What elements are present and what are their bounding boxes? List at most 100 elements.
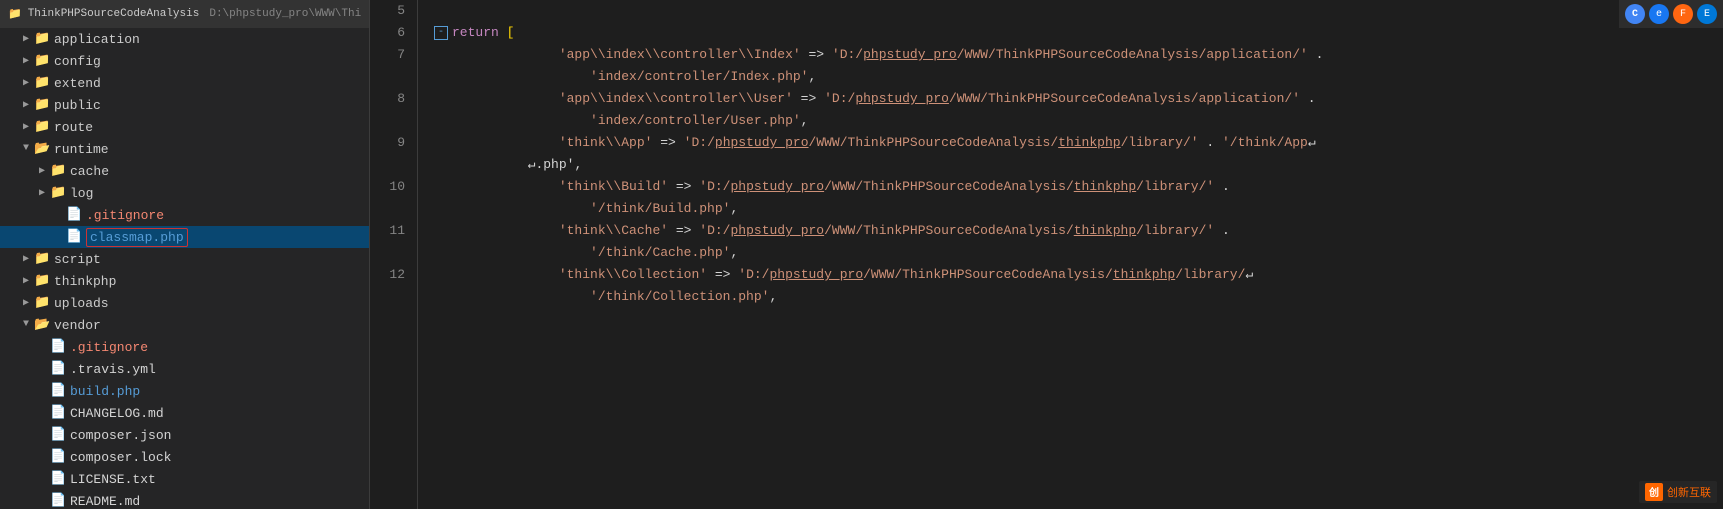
sidebar-item-route[interactable]: 📁 route [0, 116, 369, 138]
sidebar-item-gitignore-runtime[interactable]: 📄 .gitignore [0, 204, 369, 226]
code-op-8: => [793, 88, 824, 110]
arrow-icon [52, 231, 64, 243]
sidebar-item-application[interactable]: 📁 application [0, 28, 369, 50]
project-name: ThinkPHPSourceCodeAnalysis [28, 8, 200, 20]
arrow-icon [36, 429, 48, 441]
arrow-icon [20, 55, 32, 67]
sidebar-item-label: uploads [54, 296, 109, 311]
arrow-icon [20, 297, 32, 309]
sidebar-item-travis[interactable]: 📄 .travis.yml [0, 358, 369, 380]
sidebar-item-composer-lock[interactable]: 📄 composer.lock [0, 446, 369, 468]
sidebar-item-label: runtime [54, 142, 109, 157]
sidebar-item-extend[interactable]: 📁 extend [0, 72, 369, 94]
sidebar-item-label: .gitignore [70, 340, 148, 355]
ie-icon[interactable]: e [1649, 4, 1669, 24]
code-comma-10: , [730, 198, 738, 220]
line-num-10: 10 [378, 176, 405, 198]
sidebar-item-license[interactable]: 📄 LICENSE.txt [0, 468, 369, 490]
code-comma-8: , [801, 110, 809, 132]
sidebar-item-label: composer.lock [70, 450, 171, 465]
sidebar-item-vendor[interactable]: 📂 vendor [0, 314, 369, 336]
line-num-8-cont [378, 110, 405, 132]
folder-uploads-icon: 📁 [34, 295, 50, 311]
sidebar-item-thinkphp[interactable]: 📁 thinkphp [0, 270, 369, 292]
watermark-logo: 创 [1645, 483, 1663, 501]
sidebar-item-label: vendor [54, 318, 101, 333]
code-str-key-9: 'think\\App' [559, 132, 653, 154]
sidebar-item-label: log [70, 186, 93, 201]
code-str-val-12b: '/think/Collection.php' [590, 286, 769, 308]
line-num-7: 7 [378, 44, 405, 66]
arrow-icon [20, 319, 32, 331]
sidebar-item-label: .travis.yml [70, 362, 156, 377]
browser-icons-bar: C e F E [1619, 0, 1723, 28]
file-changelog-icon: 📄 [50, 405, 66, 421]
sidebar-item-label: README.md [70, 494, 140, 509]
sidebar-item-label: LICENSE.txt [70, 472, 156, 487]
sidebar-item-config[interactable]: 📁 config [0, 50, 369, 72]
sidebar-item-public[interactable]: 📁 public [0, 94, 369, 116]
sidebar-item-log[interactable]: 📁 log [0, 182, 369, 204]
sidebar-item-label: route [54, 120, 93, 135]
chrome-icon[interactable]: C [1625, 4, 1645, 24]
arrow-icon [36, 473, 48, 485]
sidebar-item-runtime[interactable]: 📂 runtime [0, 138, 369, 160]
line-num-11: 11 [378, 220, 405, 242]
code-line-8: 'app\\index\\controller\\User' => 'D:/ph… [434, 88, 1723, 110]
sidebar-item-label: public [54, 98, 101, 113]
line-num-9: 9 [378, 132, 405, 154]
code-str-val-9a: 'D:/phpstudy_pro/WWW/ThinkPHPSourceCodeA… [684, 132, 1199, 154]
line-num-8: 8 [378, 88, 405, 110]
sidebar-item-label: extend [54, 76, 101, 91]
sidebar-item-label: application [54, 32, 140, 47]
sidebar-item-composer-json[interactable]: 📄 composer.json [0, 424, 369, 446]
concat-dot-10: . [1214, 176, 1230, 198]
project-path: D:\phpstudy_pro\WWW\Thi [209, 8, 361, 20]
arrow-icon [52, 209, 64, 221]
arrow-icon [20, 33, 32, 45]
code-str-val-9b: '/think/App [1222, 132, 1308, 154]
arrow-icon [36, 451, 48, 463]
folder-application-icon: 📁 [34, 31, 50, 47]
code-editor: C e F E 5 6 7 8 9 10 11 12 [370, 0, 1723, 509]
folder-public-icon: 📁 [34, 97, 50, 113]
code-comma-11: , [730, 242, 738, 264]
line-num-11-cont [378, 242, 405, 264]
code-line-10: 'think\\Build' => 'D:/phpstudy_pro/WWW/T… [434, 176, 1723, 198]
edge-icon[interactable]: E [1697, 4, 1717, 24]
sidebar-item-uploads[interactable]: 📁 uploads [0, 292, 369, 314]
sidebar-item-cache[interactable]: 📁 cache [0, 160, 369, 182]
code-line-7-cont: 'index/controller/Index.php', [434, 66, 1723, 88]
line-num-10-cont [378, 198, 405, 220]
code-line-12-cont: '/think/Collection.php', [434, 286, 1723, 308]
folder-vendor-icon: 📂 [34, 317, 50, 333]
concat-dot-9: . [1199, 132, 1222, 154]
folder-route-icon: 📁 [34, 119, 50, 135]
sidebar-item-build[interactable]: 📄 build.php [0, 380, 369, 402]
code-op-10: => [668, 176, 699, 198]
arrow-icon [20, 99, 32, 111]
arrow-icon [36, 385, 48, 397]
code-str-val-8b: 'index/controller/User.php' [590, 110, 801, 132]
sidebar-item-classmap[interactable]: 📄 classmap.php [0, 226, 369, 248]
sidebar-item-label: cache [70, 164, 109, 179]
firefox-icon[interactable]: F [1673, 4, 1693, 24]
arrow-icon [36, 495, 48, 507]
sidebar-item-script[interactable]: 📁 script [0, 248, 369, 270]
sidebar-item-changelog[interactable]: 📄 CHANGELOG.md [0, 402, 369, 424]
sidebar-item-label: script [54, 252, 101, 267]
code-comma-7: , [808, 66, 816, 88]
file-build-icon: 📄 [50, 383, 66, 399]
sidebar-item-gitignore-root[interactable]: 📄 .gitignore [0, 336, 369, 358]
file-gitignore-icon: 📄 [66, 207, 82, 223]
code-str-val-12a: 'D:/phpstudy_pro/WWW/ThinkPHPSourceCodeA… [738, 264, 1245, 286]
arrow-icon [36, 363, 48, 375]
watermark-logo-text: 创 [1649, 484, 1659, 500]
code-comma-9: , [574, 154, 582, 176]
sidebar-item-label: thinkphp [54, 274, 116, 289]
sidebar-item-readme[interactable]: 📄 README.md [0, 490, 369, 509]
line-numbers: 5 6 7 8 9 10 11 12 [370, 0, 418, 509]
code-str-val-11b: '/think/Cache.php' [590, 242, 730, 264]
folder-extend-icon: 📁 [34, 75, 50, 91]
folder-config-icon: 📁 [34, 53, 50, 69]
